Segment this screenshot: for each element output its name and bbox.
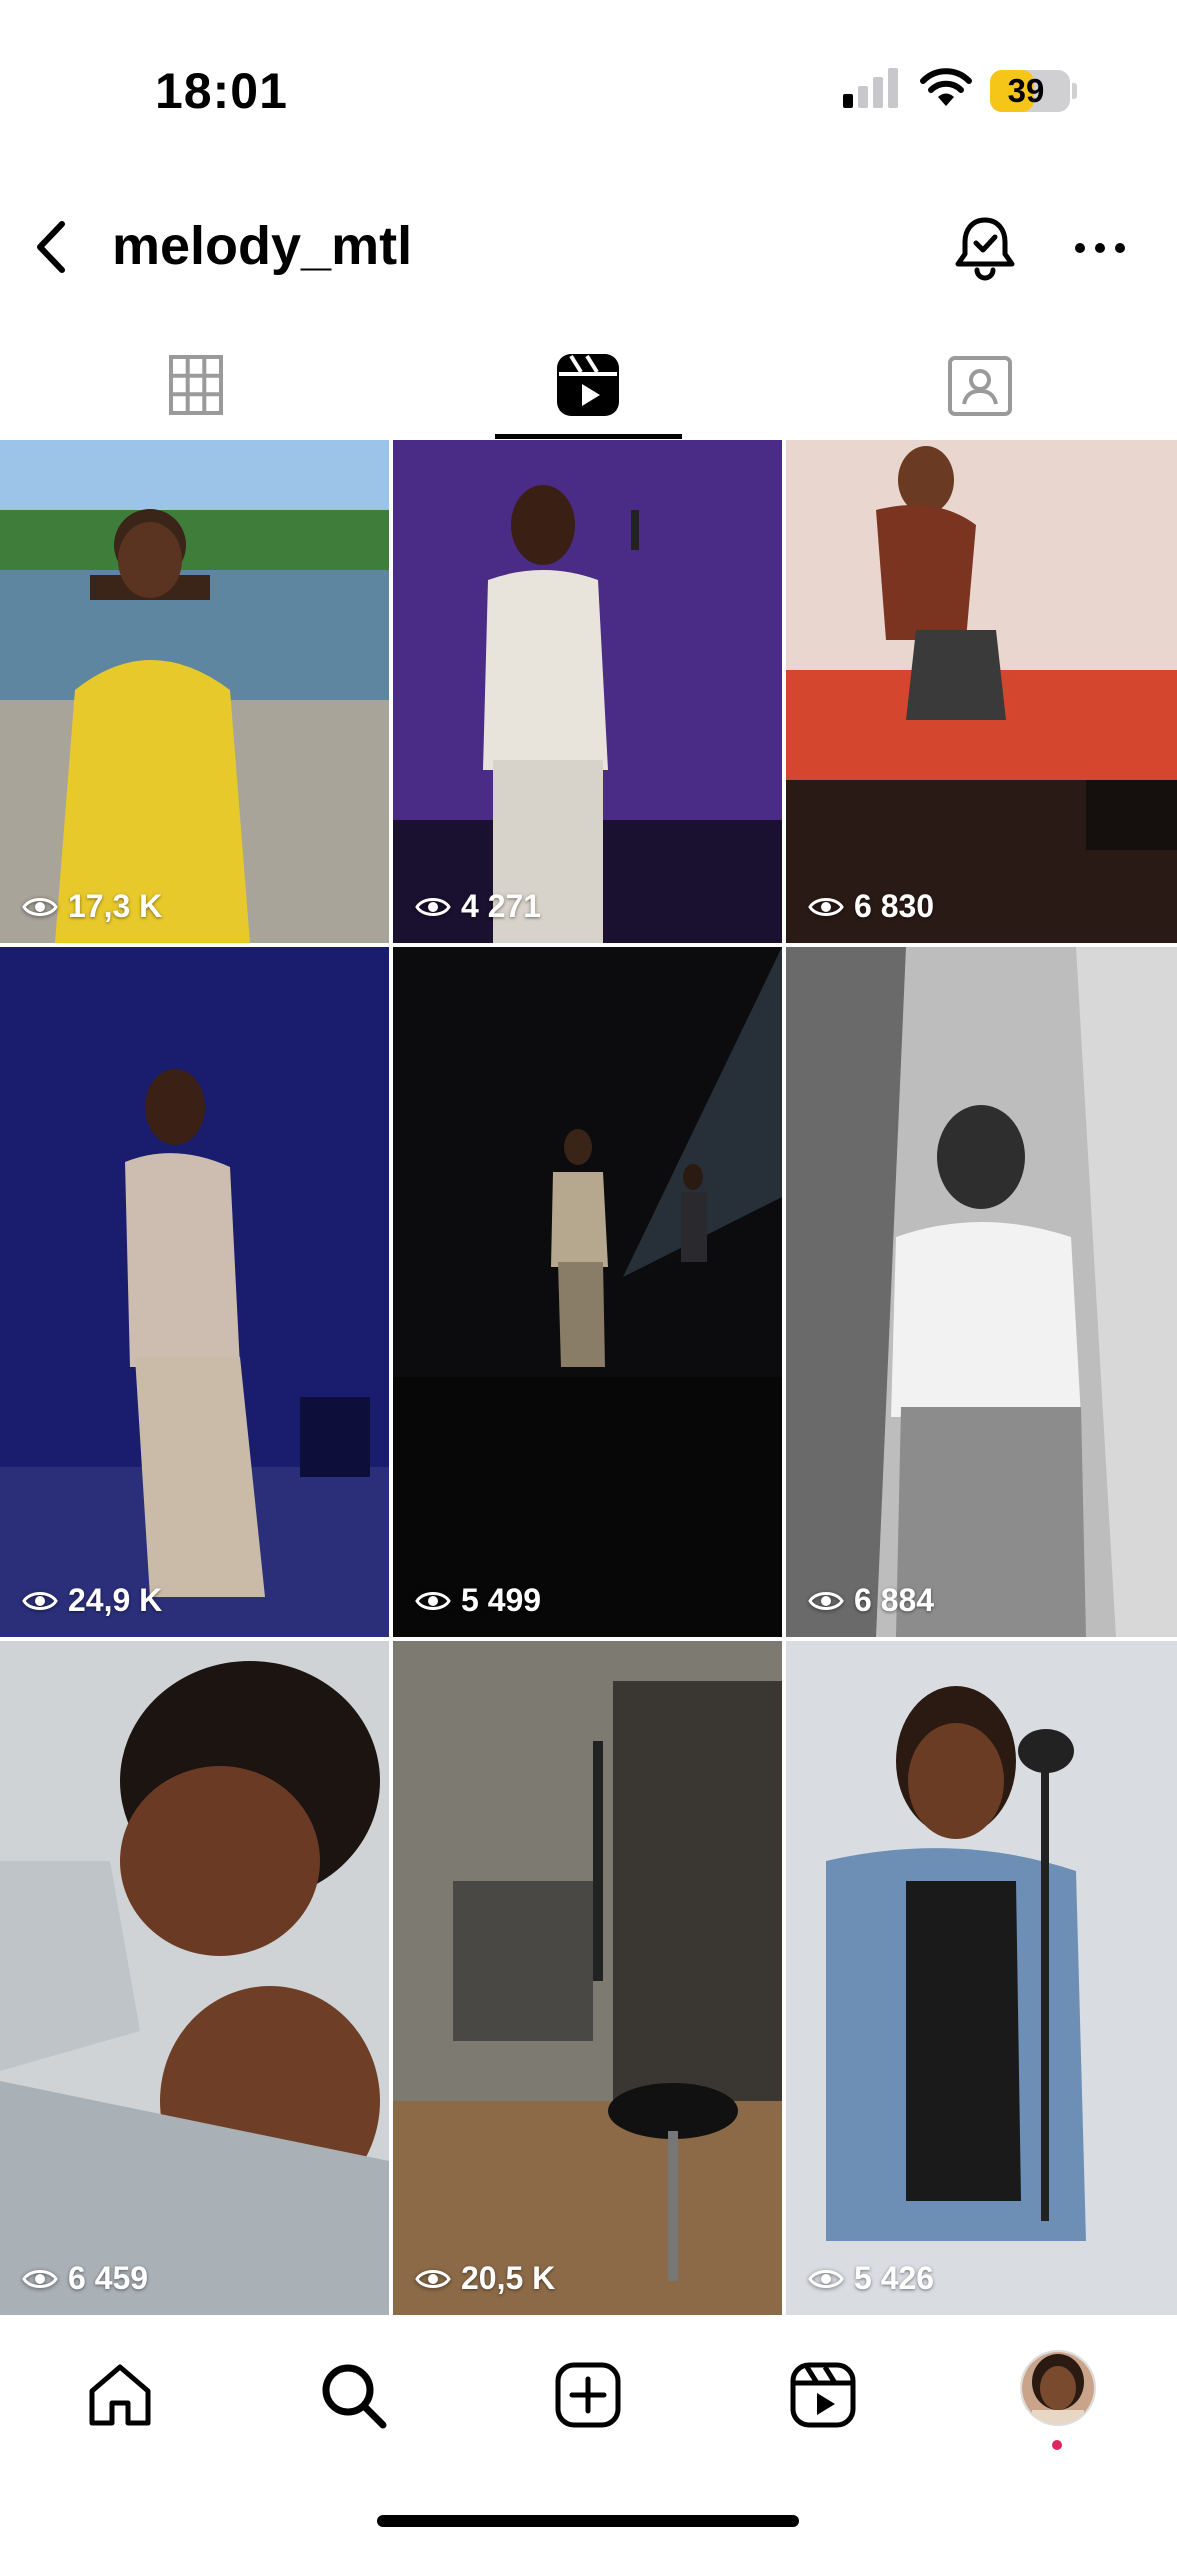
profile-tabs xyxy=(0,330,1177,440)
reel-thumbnail xyxy=(0,947,389,1637)
reel-tile[interactable]: 17,3 K xyxy=(0,440,389,943)
tab-grid[interactable] xyxy=(0,330,392,440)
more-options-button[interactable] xyxy=(1060,208,1140,288)
reel-thumbnail xyxy=(393,440,782,943)
view-count: 24,9 K xyxy=(68,1582,163,1618)
avatar xyxy=(1022,2352,1094,2424)
nav-home[interactable] xyxy=(75,2350,165,2440)
view-count: 4 271 xyxy=(461,888,542,924)
battery-indicator: 39 xyxy=(990,70,1070,112)
wifi-icon xyxy=(920,68,972,106)
eye-icon xyxy=(415,2269,451,2288)
status-time: 18:01 xyxy=(155,63,288,119)
reels-grid: 17,3 K 4 271 6 830 24,9 K 5 499 6 884 6 … xyxy=(0,440,1177,2315)
reel-tile[interactable]: 6 884 xyxy=(786,947,1177,1637)
reel-thumbnail xyxy=(786,1641,1177,2315)
reel-views: 6 459 xyxy=(22,2260,148,2297)
tab-reels[interactable] xyxy=(392,330,784,440)
reel-views: 6 884 xyxy=(808,1582,934,1619)
battery-level: 39 xyxy=(1007,72,1045,109)
reel-tile[interactable]: 6 459 xyxy=(0,1641,389,2315)
reel-tile[interactable]: 5 499 xyxy=(393,947,782,1637)
notification-dot xyxy=(1052,2440,1062,2450)
nav-reels[interactable] xyxy=(778,2350,868,2440)
view-count: 6 884 xyxy=(854,1582,935,1618)
bell-check-icon xyxy=(955,217,1015,281)
grid-icon xyxy=(169,355,223,415)
bottom-navigation xyxy=(0,2315,1177,2560)
status-bar: 18:01 39 xyxy=(0,0,1177,180)
reel-tile[interactable]: 5 426 xyxy=(786,1641,1177,2315)
reel-tile[interactable]: 20,5 K xyxy=(393,1641,782,2315)
back-button[interactable] xyxy=(18,210,88,285)
reel-views: 24,9 K xyxy=(22,1582,162,1619)
eye-icon xyxy=(808,1591,844,1610)
notifications-button[interactable] xyxy=(945,208,1025,288)
home-indicator[interactable] xyxy=(377,2515,799,2527)
eye-icon xyxy=(808,897,844,916)
reel-thumbnail xyxy=(786,440,1177,943)
reel-thumbnail xyxy=(393,947,782,1637)
reel-tile[interactable]: 24,9 K xyxy=(0,947,389,1637)
more-icon xyxy=(1075,243,1125,253)
view-count: 6 459 xyxy=(68,2260,149,2296)
reel-thumbnail xyxy=(0,1641,389,2315)
eye-icon xyxy=(415,1591,451,1610)
tab-active-indicator xyxy=(495,434,682,439)
view-count: 5 499 xyxy=(461,1582,542,1618)
reels-icon xyxy=(557,354,619,416)
reel-views: 20,5 K xyxy=(415,2260,555,2297)
reel-tile[interactable]: 6 830 xyxy=(786,440,1177,943)
reel-thumbnail xyxy=(0,440,389,943)
reel-views: 6 830 xyxy=(808,888,934,925)
search-icon xyxy=(322,2364,387,2429)
reel-views: 4 271 xyxy=(415,888,541,925)
view-count: 17,3 K xyxy=(68,888,163,924)
eye-icon xyxy=(415,897,451,916)
profile-header: melody_mtl xyxy=(0,190,1177,305)
eye-icon xyxy=(22,897,58,916)
reels-icon xyxy=(790,2362,856,2428)
eye-icon xyxy=(22,1591,58,1610)
reel-thumbnail xyxy=(393,1641,782,2315)
tab-tagged[interactable] xyxy=(784,330,1176,440)
nav-create[interactable] xyxy=(543,2350,633,2440)
home-icon xyxy=(89,2364,151,2426)
tagged-icon xyxy=(948,356,1012,416)
profile-username: melody_mtl xyxy=(112,216,413,276)
reel-views: 5 426 xyxy=(808,2260,934,2297)
reel-views: 17,3 K xyxy=(22,888,162,925)
view-count: 5 426 xyxy=(854,2260,935,2296)
eye-icon xyxy=(22,2269,58,2288)
cellular-signal-icon xyxy=(843,68,898,108)
eye-icon xyxy=(808,2269,844,2288)
nav-search[interactable] xyxy=(308,2350,398,2440)
view-count: 6 830 xyxy=(854,888,935,924)
create-icon xyxy=(555,2362,621,2428)
chevron-left-icon xyxy=(37,221,65,273)
battery-tip xyxy=(1072,83,1077,99)
reel-views: 5 499 xyxy=(415,1582,541,1619)
reel-thumbnail xyxy=(786,947,1177,1637)
view-count: 20,5 K xyxy=(461,2260,556,2296)
nav-profile-avatar[interactable] xyxy=(1020,2350,1096,2426)
reel-tile[interactable]: 4 271 xyxy=(393,440,782,943)
